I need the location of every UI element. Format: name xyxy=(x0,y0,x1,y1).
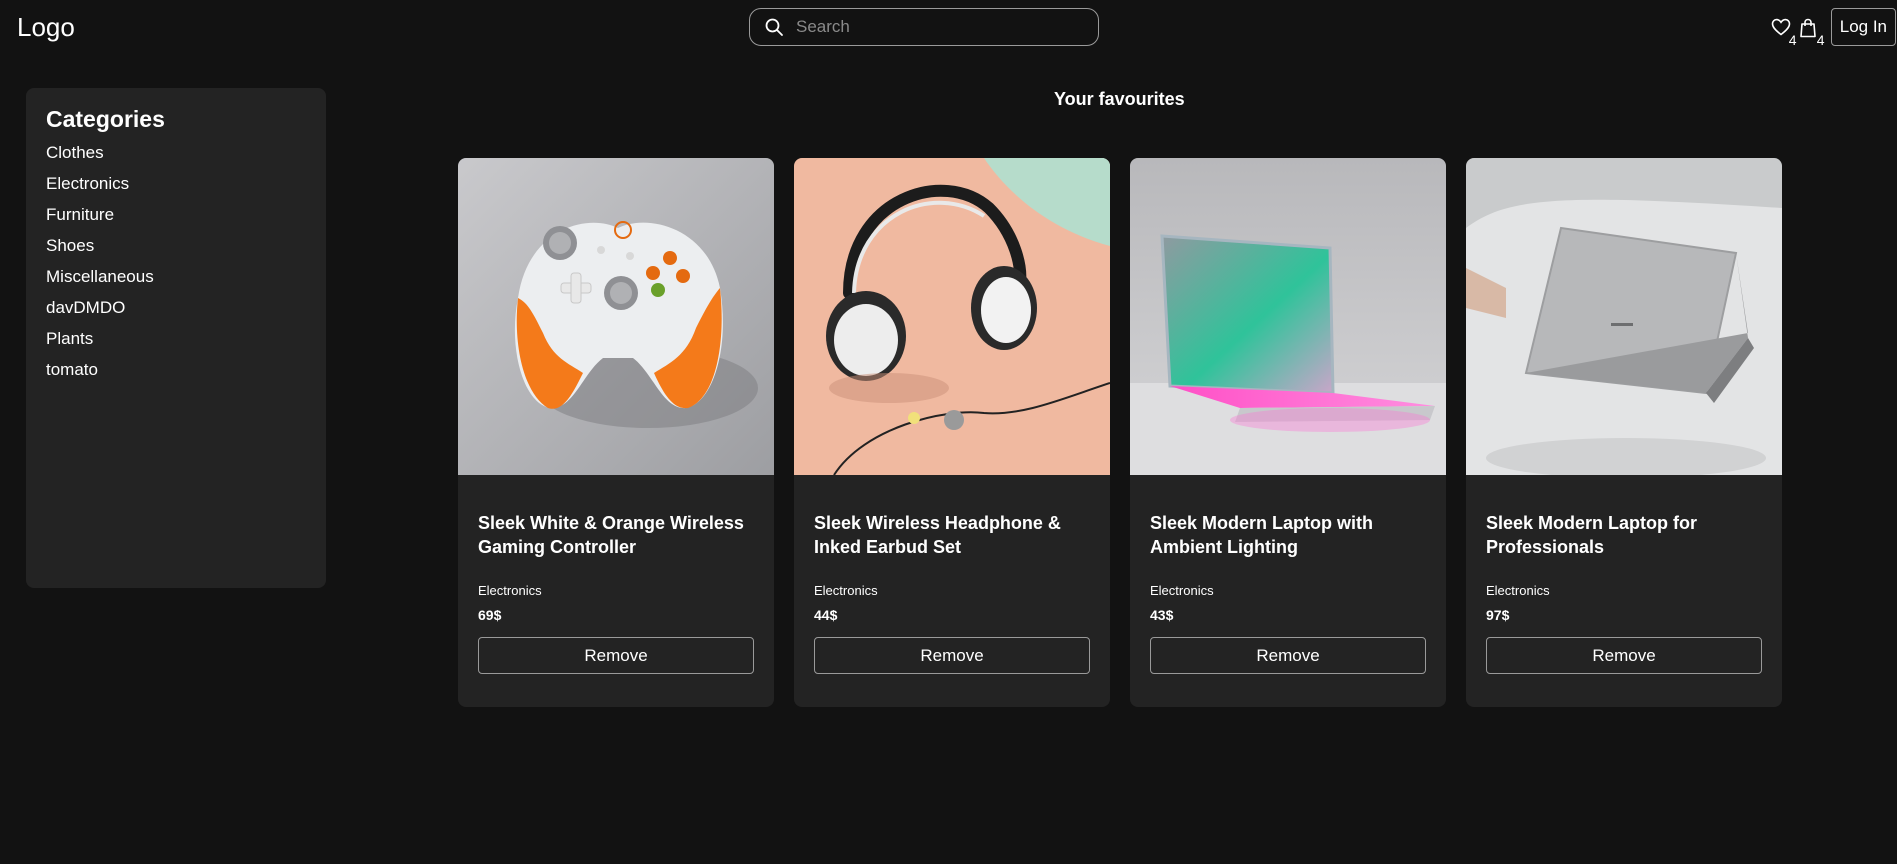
product-details: Sleek Modern Laptop with Ambient Lightin… xyxy=(1130,475,1446,674)
cart-count: 4 xyxy=(1816,32,1825,48)
category-item-plants[interactable]: Plants xyxy=(46,329,306,360)
product-image-laptop-professional[interactable] xyxy=(1466,158,1782,475)
product-title[interactable]: Sleek Wireless Headphone & Inked Earbud … xyxy=(814,511,1090,559)
categories-list: Clothes Electronics Furniture Shoes Misc… xyxy=(46,143,306,391)
search-bar[interactable] xyxy=(749,8,1099,46)
remove-button[interactable]: Remove xyxy=(814,637,1090,674)
categories-sidebar: Categories Clothes Electronics Furniture… xyxy=(26,88,326,588)
product-category: Electronics xyxy=(1486,583,1550,598)
product-category: Electronics xyxy=(1150,583,1214,598)
product-card: Sleek Modern Laptop for Professionals El… xyxy=(1466,158,1782,707)
cart-button[interactable]: 4 xyxy=(1797,12,1825,48)
logo[interactable]: Logo xyxy=(17,10,75,44)
category-item-miscellaneous[interactable]: Miscellaneous xyxy=(46,267,306,298)
category-item-furniture[interactable]: Furniture xyxy=(46,205,306,236)
heart-icon xyxy=(1771,18,1791,36)
remove-button[interactable]: Remove xyxy=(1486,637,1762,674)
product-title[interactable]: Sleek White & Orange Wireless Gaming Con… xyxy=(478,511,754,559)
product-price: 97$ xyxy=(1486,607,1510,623)
search-icon xyxy=(765,18,783,36)
product-details: Sleek White & Orange Wireless Gaming Con… xyxy=(458,475,774,674)
product-price: 44$ xyxy=(814,607,838,623)
product-details: Sleek Wireless Headphone & Inked Earbud … xyxy=(794,475,1110,674)
favourites-grid: Sleek White & Orange Wireless Gaming Con… xyxy=(458,158,1782,707)
product-image-gaming-controller[interactable] xyxy=(458,158,774,475)
remove-button[interactable]: Remove xyxy=(478,637,754,674)
product-category: Electronics xyxy=(814,583,878,598)
product-price: 43$ xyxy=(1150,607,1174,623)
product-price: 69$ xyxy=(478,607,502,623)
product-category: Electronics xyxy=(478,583,542,598)
product-image-headphones[interactable] xyxy=(794,158,1110,475)
header-actions: 4 4 Log In xyxy=(1769,8,1896,48)
category-item-shoes[interactable]: Shoes xyxy=(46,236,306,267)
shopping-bag-icon xyxy=(1799,18,1816,38)
product-details: Sleek Modern Laptop for Professionals El… xyxy=(1466,475,1782,674)
product-card: Sleek Wireless Headphone & Inked Earbud … xyxy=(794,158,1110,707)
product-title[interactable]: Sleek Modern Laptop with Ambient Lightin… xyxy=(1150,511,1426,559)
product-image-laptop-ambient[interactable] xyxy=(1130,158,1446,475)
category-item-clothes[interactable]: Clothes xyxy=(46,143,306,174)
category-item-electronics[interactable]: Electronics xyxy=(46,174,306,205)
product-card: Sleek White & Orange Wireless Gaming Con… xyxy=(458,158,774,707)
remove-button[interactable]: Remove xyxy=(1150,637,1426,674)
category-item-tomato[interactable]: tomato xyxy=(46,360,306,391)
page-title: Your favourites xyxy=(1054,89,1185,109)
login-button[interactable]: Log In xyxy=(1830,8,1896,46)
search-input[interactable] xyxy=(796,17,1086,37)
favourites-count: 4 xyxy=(1788,32,1797,48)
category-item-davdmdo[interactable]: davDMDO xyxy=(46,298,306,329)
product-title[interactable]: Sleek Modern Laptop for Professionals xyxy=(1486,511,1762,559)
categories-title: Categories xyxy=(46,106,165,132)
favourites-button[interactable]: 4 xyxy=(1769,12,1797,48)
product-card: Sleek Modern Laptop with Ambient Lightin… xyxy=(1130,158,1446,707)
